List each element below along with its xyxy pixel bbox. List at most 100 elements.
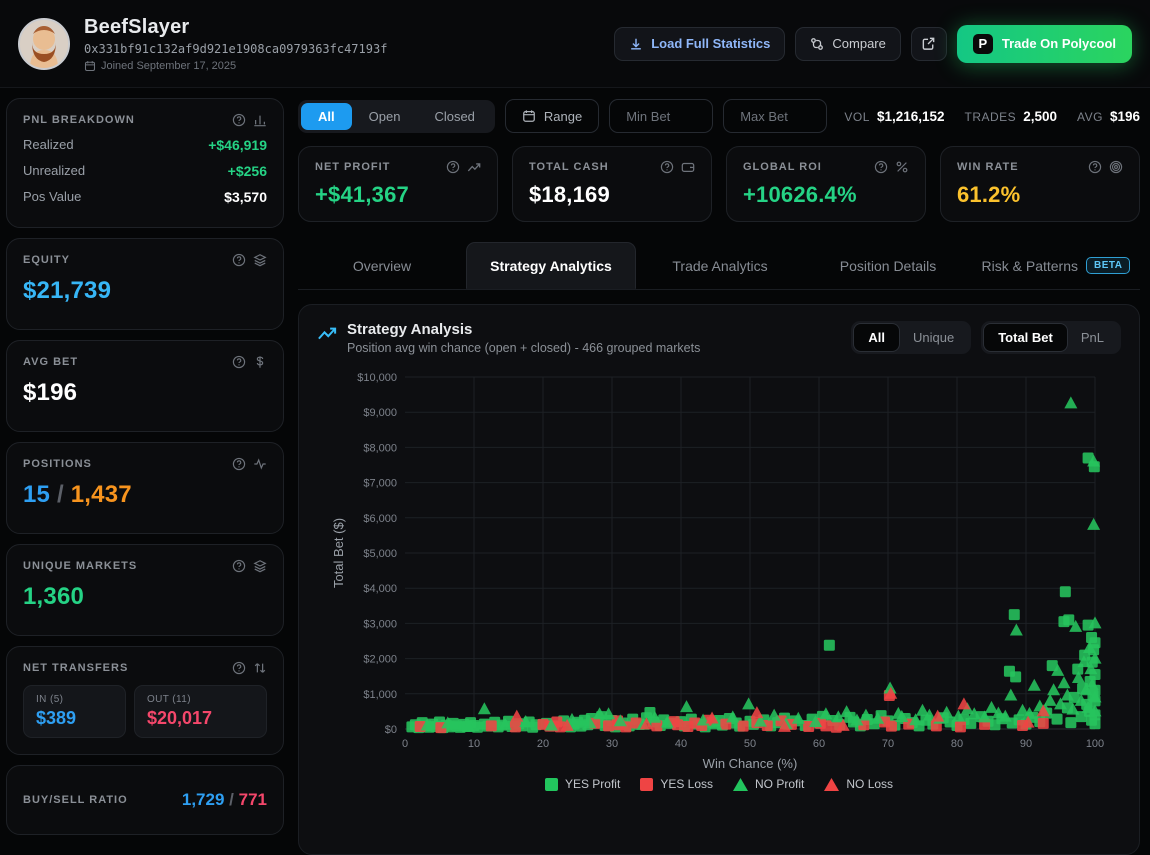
layers-icon [253, 253, 267, 267]
tab-overview[interactable]: Overview [298, 242, 466, 289]
equity-card: EQUITY $21,739 [6, 238, 284, 330]
help-icon[interactable] [232, 253, 246, 267]
compare-icon [810, 37, 824, 51]
chart-legend: YES Profit YES Loss NO Profit NO Loss [317, 777, 1121, 791]
profile-summary: BeefSlayer 0x331bf91c132af9d921e1908ca09… [18, 16, 387, 72]
compare-button[interactable]: Compare [795, 27, 900, 61]
svg-text:$8,000: $8,000 [363, 442, 397, 454]
main-content: All Open Closed Range VOL $1,216,152 [298, 98, 1140, 855]
help-icon[interactable] [1088, 160, 1102, 174]
avg-stat: AVG $196 [1077, 109, 1140, 124]
svg-text:50: 50 [744, 738, 756, 750]
help-icon[interactable] [874, 160, 888, 174]
tab-strategy-analytics[interactable]: Strategy Analytics [466, 242, 636, 289]
svg-text:$4,000: $4,000 [363, 583, 397, 595]
help-icon[interactable] [232, 113, 246, 127]
external-link-button[interactable] [911, 27, 947, 61]
help-icon[interactable] [446, 160, 460, 174]
square-marker-icon [545, 778, 558, 791]
beta-badge: BETA [1086, 257, 1130, 274]
chart-toggles: All Unique Total Bet PnL [851, 321, 1121, 354]
download-icon [629, 37, 643, 51]
external-link-icon [921, 36, 936, 51]
wallet-address[interactable]: 0x331bf91c132af9d921e1908ca0979363fc4719… [84, 42, 387, 56]
filter-closed[interactable]: Closed [417, 103, 491, 130]
kpi-cards: NET PROFIT +$41,367 TOTAL CASH $18,16 [298, 146, 1140, 222]
svg-text:80: 80 [951, 738, 963, 750]
trade-on-polycool-button[interactable]: P Trade On Polycool [957, 25, 1132, 63]
unique-markets-value: 1,360 [23, 583, 267, 611]
triangle-marker-icon [733, 778, 748, 791]
toggle-all[interactable]: All [854, 324, 899, 351]
filter-all[interactable]: All [301, 103, 352, 130]
avatar[interactable] [18, 18, 70, 70]
legend-no-profit[interactable]: NO Profit [733, 777, 804, 791]
svg-text:$9,000: $9,000 [363, 407, 397, 419]
card-title: POSITIONS [23, 458, 92, 470]
svg-text:10: 10 [468, 738, 480, 750]
svg-text:$2,000: $2,000 [363, 654, 397, 666]
arrows-up-down-icon [253, 661, 267, 675]
bar-chart-icon [253, 113, 267, 127]
square-marker-icon [640, 778, 653, 791]
avatar-image [20, 20, 68, 68]
stats-sidebar: PNL BREAKDOWN Realized +$46,919 Unrealiz… [6, 98, 284, 855]
tab-trade-analytics[interactable]: Trade Analytics [636, 242, 804, 289]
net-transfers-card: NET TRANSFERS IN (5) $389 OUT (11) $20,0… [6, 646, 284, 755]
max-bet-input[interactable] [740, 109, 810, 124]
triangle-marker-icon [824, 778, 839, 791]
chart-title: Strategy Analysis [347, 321, 700, 338]
help-icon[interactable] [232, 355, 246, 369]
max-bet-field[interactable] [723, 99, 827, 133]
avg-bet-card: AVG BET $196 [6, 340, 284, 432]
percent-icon [895, 160, 909, 174]
transfers-in-box: IN (5) $389 [23, 685, 126, 738]
card-title: PNL BREAKDOWN [23, 114, 135, 126]
filter-open[interactable]: Open [352, 103, 418, 130]
tab-risk-patterns[interactable]: Risk & Patterns BETA [972, 242, 1140, 289]
status-filter-group: All Open Closed [298, 100, 495, 133]
joined-date: Joined September 17, 2025 [84, 60, 387, 72]
min-bet-field[interactable] [609, 99, 713, 133]
toggle-unique[interactable]: Unique [899, 324, 968, 351]
help-icon[interactable] [232, 661, 246, 675]
layers-icon [253, 559, 267, 573]
card-title: EQUITY [23, 254, 70, 266]
toggle-pnl[interactable]: PnL [1067, 324, 1118, 351]
activity-icon [253, 457, 267, 471]
global-roi-card: GLOBAL ROI +10626.4% [726, 146, 926, 222]
help-icon[interactable] [660, 160, 674, 174]
avg-bet-value: $196 [23, 379, 267, 407]
trending-up-icon [467, 160, 481, 174]
svg-text:$5,000: $5,000 [363, 548, 397, 560]
net-profit-card: NET PROFIT +$41,367 [298, 146, 498, 222]
card-title: NET TRANSFERS [23, 662, 128, 674]
scope-toggle-group: All Unique [851, 321, 971, 354]
legend-no-loss[interactable]: NO Loss [824, 777, 893, 791]
calendar-icon [522, 109, 536, 123]
svg-text:$10,000: $10,000 [357, 372, 397, 384]
svg-text:30: 30 [606, 738, 618, 750]
svg-text:90: 90 [1020, 738, 1032, 750]
svg-text:$6,000: $6,000 [363, 513, 397, 525]
pnl-row-unrealized: Unrealized +$256 [23, 163, 267, 179]
user-name: BeefSlayer [84, 16, 387, 39]
legend-yes-loss[interactable]: YES Loss [640, 777, 713, 791]
buy-sell-ratio-value: 1,729 / 771 [182, 790, 267, 810]
svg-text:$3,000: $3,000 [363, 618, 397, 630]
tab-position-details[interactable]: Position Details [804, 242, 972, 289]
legend-yes-profit[interactable]: YES Profit [545, 777, 620, 791]
svg-text:Win Chance (%): Win Chance (%) [703, 756, 798, 771]
toggle-total-bet[interactable]: Total Bet [984, 324, 1067, 351]
svg-text:Total Bet ($): Total Bet ($) [331, 518, 346, 588]
analytics-tabs: Overview Strategy Analytics Trade Analyt… [298, 242, 1140, 290]
polycool-logo: P [973, 34, 993, 54]
profile-text: BeefSlayer 0x331bf91c132af9d921e1908ca09… [84, 16, 387, 72]
date-range-button[interactable]: Range [505, 99, 599, 133]
min-bet-input[interactable] [626, 109, 696, 124]
help-icon[interactable] [232, 457, 246, 471]
help-icon[interactable] [232, 559, 246, 573]
volume-stats: VOL $1,216,152 TRADES 2,500 AVG $196 [844, 109, 1140, 124]
load-full-statistics-button[interactable]: Load Full Statistics [614, 27, 785, 61]
dollar-icon [253, 355, 267, 369]
